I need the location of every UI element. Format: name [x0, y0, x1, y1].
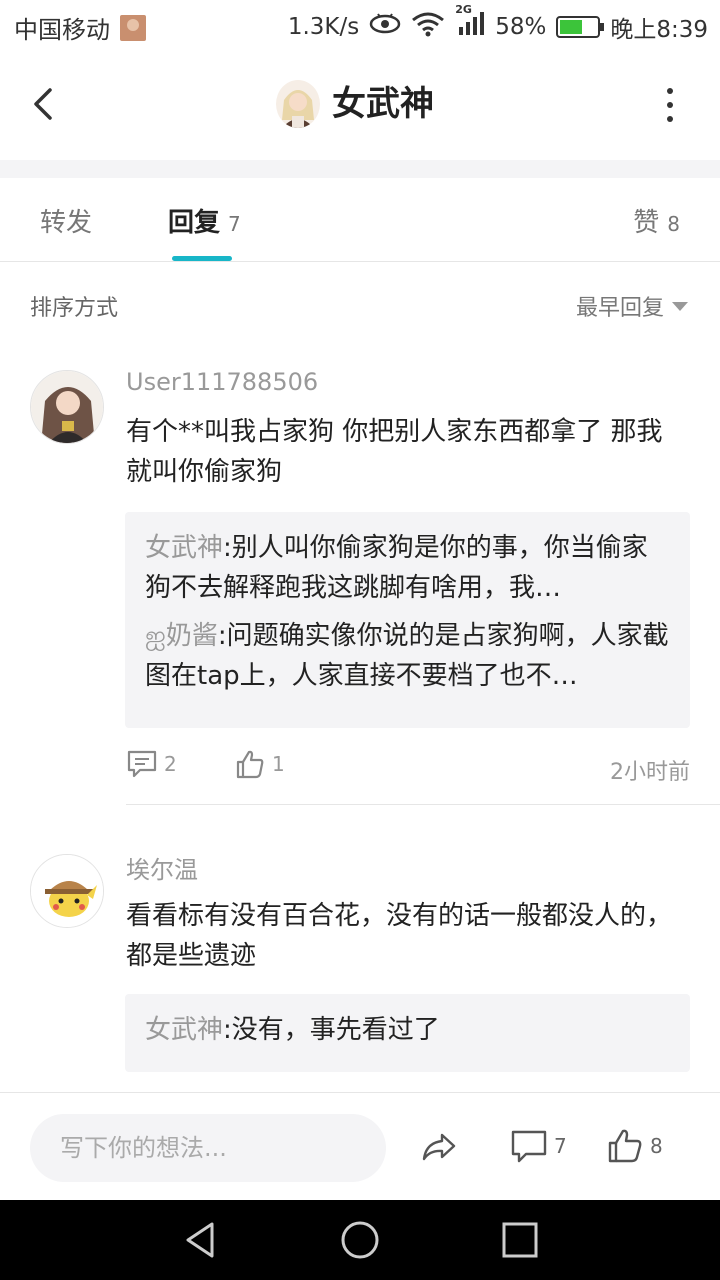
battery-percent: 58%	[495, 14, 547, 40]
reply-text: 没有，事先看过了	[231, 1015, 440, 1045]
like-count: 1	[272, 752, 285, 776]
network-speed: 1.3K/s	[287, 14, 360, 40]
status-bar: 中国移动 1.3K/s 2G 58% 晚上8:39	[0, 0, 720, 50]
eye-icon	[369, 12, 401, 42]
reply-preview-box[interactable]: 女武神:别人叫你偷家狗是你的事，你当偷家狗不去解释跑我这跳脚有啥用，我… ஐ奶酱…	[125, 512, 690, 728]
more-options-button[interactable]	[660, 88, 680, 122]
more-dot-icon	[667, 88, 673, 94]
caret-down-icon	[672, 301, 688, 311]
more-dot-icon	[667, 116, 673, 122]
wifi-icon	[411, 11, 445, 43]
triangle-back-icon	[186, 1222, 214, 1258]
tab-like-count: 8	[667, 212, 680, 236]
thumbs-up-icon	[236, 750, 264, 779]
comment-text: 看看标有没有百合花，没有的话一般都没人的，都是些遗迹	[126, 901, 673, 971]
reply-preview-item: 女武神:没有，事先看过了	[145, 1015, 440, 1045]
comment-input[interactable]	[30, 1114, 386, 1182]
like-total-count: 8	[650, 1134, 663, 1158]
sort-label: 排序方式	[30, 296, 119, 321]
circle-home-icon	[341, 1221, 379, 1259]
reply-count: 2	[164, 752, 177, 776]
tab-reply-label: 回复	[168, 208, 221, 238]
avatar[interactable]	[30, 854, 104, 928]
thumbs-up-icon	[608, 1129, 642, 1163]
nav-recents-button[interactable]	[500, 1220, 540, 1260]
battery-icon	[556, 16, 605, 38]
comment-username[interactable]: 埃尔温	[126, 850, 198, 885]
tab-bar: 转发 回复 7 赞8	[0, 178, 720, 262]
reply-author[interactable]: 女武神	[145, 533, 223, 563]
comment-icon	[127, 750, 157, 778]
clock: 晚上8:39	[610, 17, 708, 43]
more-dot-icon	[667, 102, 673, 108]
tab-reply[interactable]: 回复 7	[168, 202, 241, 239]
reply-author[interactable]: 女武神	[145, 1015, 223, 1045]
header: 女武神	[0, 50, 720, 160]
square-recents-icon	[502, 1222, 538, 1258]
signal-icon: 2G	[455, 3, 485, 43]
system-nav-bar	[0, 1200, 720, 1280]
like-button[interactable]: 8	[606, 1127, 663, 1165]
nav-back-button[interactable]	[180, 1220, 220, 1260]
active-tab-indicator	[172, 256, 232, 261]
header-avatar[interactable]	[276, 80, 320, 128]
sort-dropdown[interactable]: 最早回复	[576, 290, 688, 322]
reply-preview-item: ஐ奶酱:问题确实像你说的是占家狗啊，人家截图在tap上，人家直接不要档了也不…	[145, 621, 669, 691]
comment-divider	[126, 804, 720, 805]
reply-button[interactable]: 2	[126, 748, 177, 780]
section-divider	[0, 160, 720, 178]
tab-like[interactable]: 赞8	[633, 202, 680, 239]
share-icon	[422, 1133, 456, 1161]
chevron-left-icon	[34, 88, 52, 120]
tab-like-label: 赞	[633, 208, 660, 238]
page-title: 女武神	[332, 84, 434, 124]
comment-text: 有个**叫我占家狗 你把别人家东西都拿了 那我就叫你偷家狗	[126, 417, 663, 487]
status-left: 中国移动	[14, 10, 146, 45]
nav-home-button[interactable]	[340, 1220, 380, 1260]
reply-preview-item: 女武神:别人叫你偷家狗是你的事，你当偷家狗不去解释跑我这跳脚有啥用，我…	[145, 533, 648, 603]
reply-author[interactable]: ஐ奶酱	[145, 621, 218, 651]
network-type: 2G	[455, 3, 472, 16]
share-button[interactable]	[420, 1127, 458, 1165]
battery-fill	[560, 20, 583, 34]
comment-username[interactable]: User111788506	[126, 368, 318, 396]
like-button[interactable]: 1	[234, 748, 285, 780]
avatar[interactable]	[30, 370, 104, 444]
comment-icon	[511, 1130, 547, 1163]
tab-forward-label: 转发	[40, 208, 93, 238]
sort-selected: 最早回复	[575, 296, 664, 321]
comment-total-count: 7	[554, 1134, 567, 1158]
reply-preview-box[interactable]: 女武神:没有，事先看过了	[125, 994, 690, 1072]
back-button[interactable]	[22, 80, 66, 128]
notification-thumbnail-icon	[120, 14, 146, 41]
comment-actions: 2 1 2小时前	[126, 748, 690, 788]
tab-forward[interactable]: 转发	[40, 202, 92, 239]
comments-button[interactable]: 7	[510, 1127, 567, 1165]
tab-reply-count: 7	[228, 212, 241, 236]
sort-row: 排序方式 最早回复	[0, 262, 720, 346]
carrier-label: 中国移动	[14, 16, 110, 44]
bottom-composer: 7 8	[0, 1092, 720, 1200]
comment-time: 2小时前	[610, 760, 690, 785]
status-right: 1.3K/s 2G 58% 晚上8:39	[287, 3, 708, 44]
